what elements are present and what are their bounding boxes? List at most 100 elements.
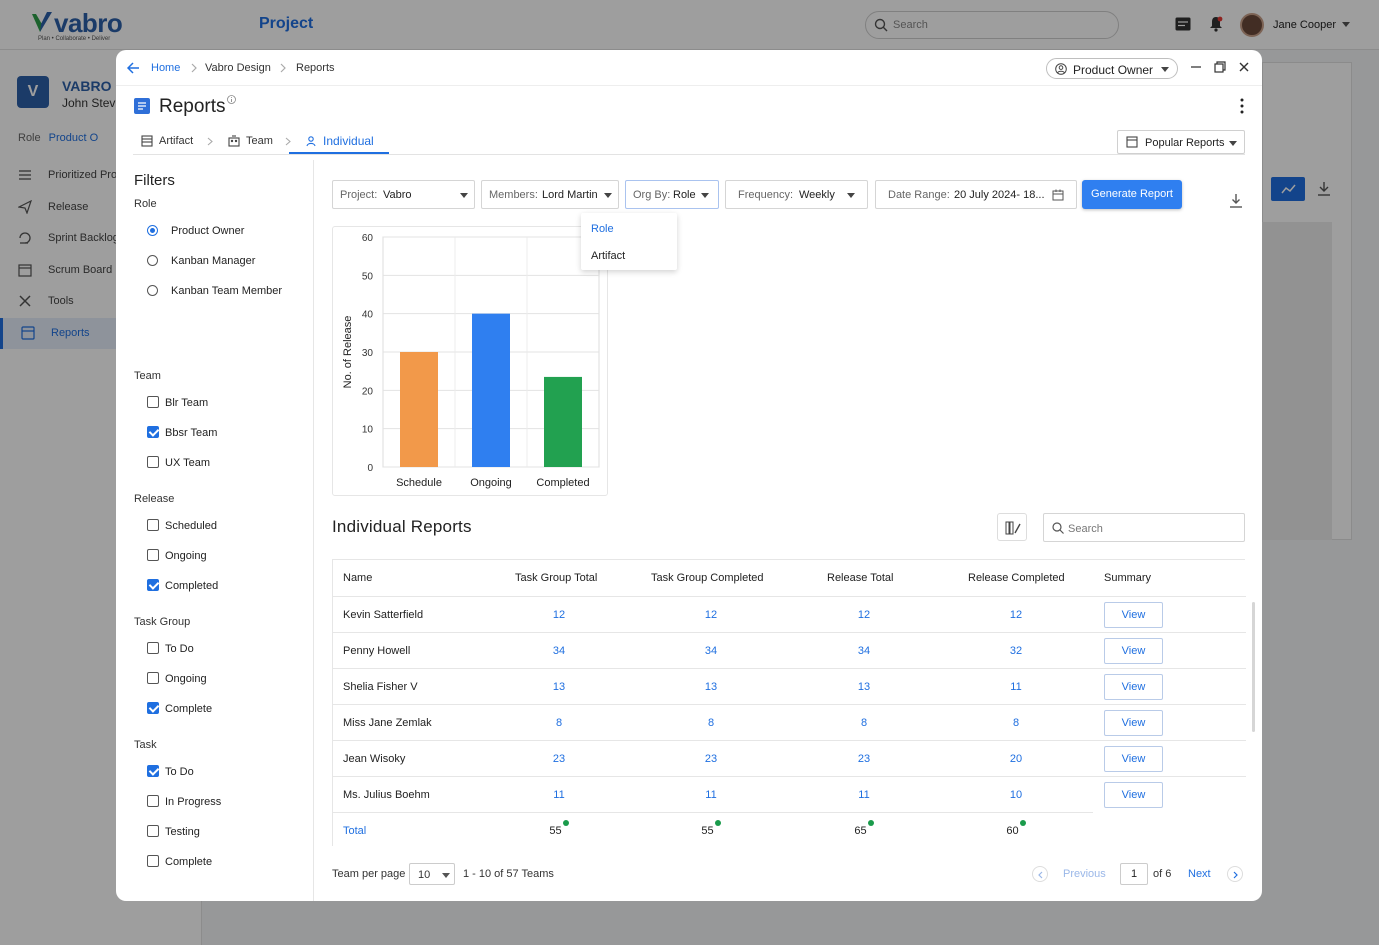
project-select[interactable]: Project: Vabro [332,180,475,209]
y-axis-label: No. of Release [342,316,354,389]
row-value-link[interactable]: 34 [681,633,741,669]
row-value-link[interactable]: 11 [986,669,1046,705]
row-value-link[interactable]: 8 [681,705,741,741]
total-label[interactable]: Total [343,813,366,849]
view-summary-button[interactable]: View [1104,674,1163,700]
row-value-link[interactable]: 32 [986,633,1046,669]
popular-reports-select[interactable]: Popular Reports [1117,130,1245,154]
row-value-link[interactable]: 12 [986,597,1046,633]
row-value-link[interactable]: 13 [681,669,741,705]
minimize-icon[interactable] [1189,60,1203,74]
org-by-select[interactable]: Org By: Role [625,180,719,209]
generate-report-button[interactable]: Generate Report [1082,180,1182,209]
row-value-link[interactable]: 12 [529,597,589,633]
row-value-link[interactable]: 23 [529,741,589,777]
checkbox[interactable] [147,519,159,531]
table-search-input[interactable]: Search [1043,513,1245,542]
chevron-down-icon [701,193,709,198]
restore-icon[interactable] [1213,60,1227,74]
frequency-select[interactable]: Frequency: Weekly [725,180,868,209]
row-value-link[interactable]: 8 [986,705,1046,741]
select-value: Role [673,189,696,201]
filter-option-product-owner[interactable]: Product Owner [147,223,307,239]
view-summary-button[interactable]: View [1104,782,1163,808]
artifact-icon [141,135,153,147]
filter-option-kanban-manager[interactable]: Kanban Manager [147,253,307,269]
chevron-right-icon [191,63,197,73]
more-options-icon[interactable] [1239,98,1245,114]
breadcrumb-vabro-design[interactable]: Vabro Design [205,62,271,74]
close-icon[interactable] [1237,60,1251,74]
filter-option-testing[interactable]: Testing [147,824,307,840]
download-icon[interactable] [1229,193,1243,209]
row-value-link[interactable]: 8 [529,705,589,741]
row-value-link[interactable]: 13 [529,669,589,705]
row-value-link[interactable]: 34 [834,633,894,669]
row-value-link[interactable]: 11 [834,777,894,813]
checkbox[interactable] [147,456,159,468]
dropdown-option-role[interactable]: Role [591,223,614,235]
filter-option-completed[interactable]: Completed [147,578,307,594]
next-page-button[interactable] [1227,866,1243,882]
row-value-link[interactable]: 10 [986,777,1046,813]
row-value-link[interactable]: 12 [834,597,894,633]
filter-option-label: Complete [165,856,213,868]
filter-option-blr-team[interactable]: Blr Team [147,395,307,411]
checkbox[interactable] [147,549,159,561]
filter-option-in-progress[interactable]: In Progress [147,794,307,810]
view-summary-button[interactable]: View [1104,638,1163,664]
breadcrumb-home[interactable]: Home [151,62,180,74]
checkbox[interactable] [147,795,159,807]
table-scrollbar[interactable] [1252,602,1255,732]
radio-button[interactable] [147,255,158,266]
page-number-input[interactable]: 1 [1120,863,1148,885]
filter-option-scheduled[interactable]: Scheduled [147,518,307,534]
filter-option-ongoing[interactable]: Ongoing [147,548,307,564]
row-value-link[interactable]: 23 [834,741,894,777]
view-summary-button[interactable]: View [1104,746,1163,772]
filter-option-label: Product Owner [171,225,245,237]
members-select[interactable]: Members: Lord Martin [481,180,619,209]
row-value-link[interactable]: 12 [681,597,741,633]
row-value-link[interactable]: 34 [529,633,589,669]
checkbox[interactable] [147,642,159,654]
view-summary-button[interactable]: View [1104,710,1163,736]
filter-option-to-do[interactable]: To Do [147,641,307,657]
checkbox[interactable] [147,672,159,684]
previous-link[interactable]: Previous [1063,868,1106,880]
view-summary-button[interactable]: View [1104,602,1163,628]
filter-option-bbsr-team[interactable]: Bbsr Team [147,425,307,441]
radio-button[interactable] [147,225,158,236]
row-value-link[interactable]: 11 [529,777,589,813]
radio-button[interactable] [147,285,158,296]
row-value-link[interactable]: 8 [834,705,894,741]
date-range-picker[interactable]: Date Range: 20 July 2024- 18... [875,180,1077,209]
row-value-link[interactable]: 23 [681,741,741,777]
checkbox[interactable] [147,855,159,867]
role-select[interactable]: Product Owner [1046,58,1178,79]
info-icon[interactable] [227,95,236,104]
row-value-link[interactable]: 11 [681,777,741,813]
checkbox[interactable] [147,579,159,591]
filter-option-ux-team[interactable]: UX Team [147,455,307,471]
next-link[interactable]: Next [1188,868,1211,880]
person-icon [306,136,316,147]
filter-option-to-do[interactable]: To Do [147,764,307,780]
checkbox[interactable] [147,765,159,777]
checkbox[interactable] [147,396,159,408]
row-value-link[interactable]: 20 [986,741,1046,777]
dropdown-option-artifact[interactable]: Artifact [591,250,625,262]
checkbox[interactable] [147,825,159,837]
previous-page-button[interactable] [1032,866,1048,882]
filter-option-ongoing[interactable]: Ongoing [147,671,307,687]
per-page-select[interactable]: 10 [409,863,455,885]
filter-option-kanban-team-member[interactable]: Kanban Team Member [147,283,307,299]
back-arrow-icon[interactable] [126,61,140,75]
row-value-link[interactable]: 13 [834,669,894,705]
filter-option-complete[interactable]: Complete [147,854,307,870]
checkbox[interactable] [147,702,159,714]
filter-option-complete[interactable]: Complete [147,701,307,717]
column-settings-button[interactable] [997,513,1027,541]
checkbox[interactable] [147,426,159,438]
row-name: Ms. Julius Boehm [343,789,430,801]
